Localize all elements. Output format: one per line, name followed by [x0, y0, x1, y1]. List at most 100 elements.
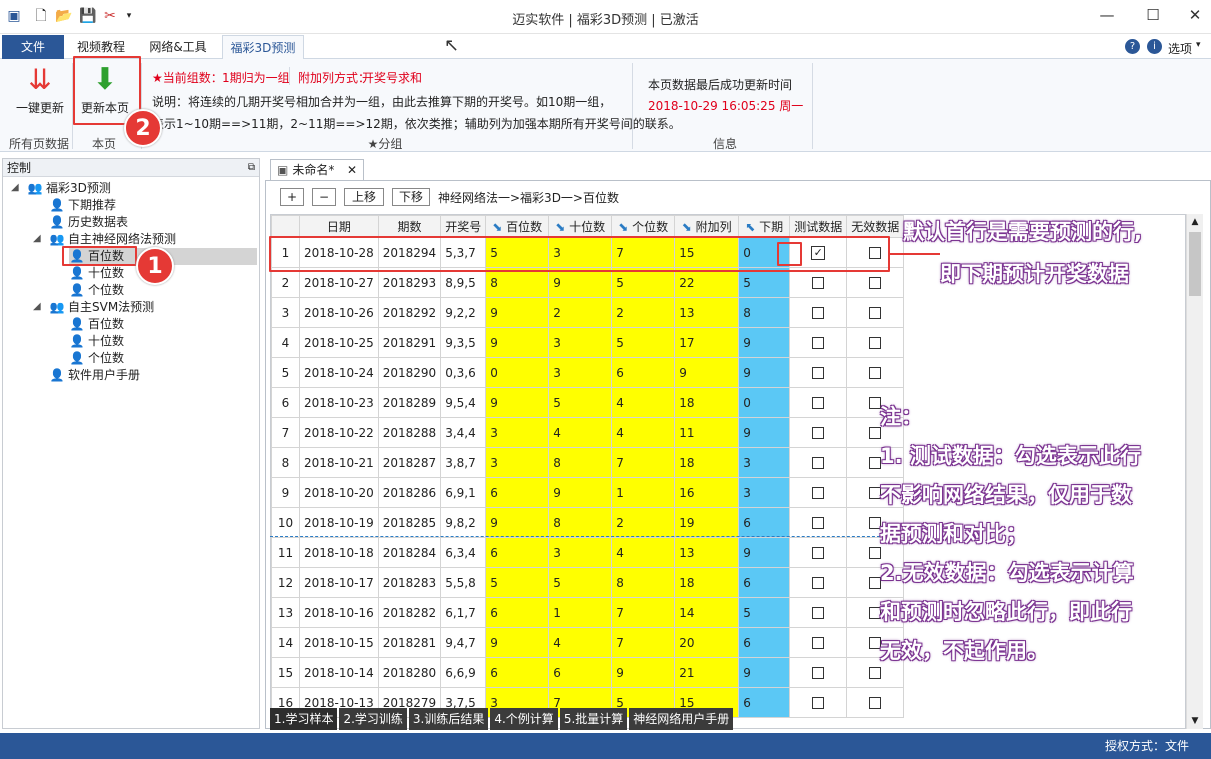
cell-period[interactable]: 2018287 [377, 447, 442, 478]
maximize-button[interactable]: ☐ [1138, 4, 1168, 26]
cell-index[interactable]: 15 [271, 657, 300, 688]
cell-index[interactable]: 3 [271, 297, 300, 328]
cell-draw[interactable]: 3,4,4 [440, 417, 487, 448]
table-row[interactable]: 13 2018-10-16 2018282 6,1,7 6 1 7 14 5 [271, 597, 905, 628]
cell-date[interactable]: 2018-10-15 [299, 627, 379, 658]
col-header-addcol[interactable]: ⬊ 附加列 [674, 215, 740, 238]
move-up-button[interactable]: 上移 [344, 188, 384, 206]
cell-draw[interactable]: 8,9,5 [440, 267, 487, 298]
tree-node-svm-units[interactable]: 👤 个位数 [69, 350, 125, 367]
cell-period[interactable]: 2018281 [377, 627, 442, 658]
test-data-checkbox[interactable] [812, 367, 825, 379]
cell-units[interactable]: 4 [611, 387, 676, 418]
cell-units[interactable]: 4 [611, 417, 676, 448]
cell-hundreds[interactable]: 0 [485, 357, 550, 388]
tree-node-history-table[interactable]: 👤 历史数据表 [49, 214, 129, 231]
cell-tens[interactable]: 2 [548, 297, 613, 328]
cell-hundreds[interactable]: 3 [485, 417, 550, 448]
cell-date[interactable]: 2018-10-19 [299, 507, 379, 538]
cell-next[interactable]: 6 [738, 507, 791, 538]
cell-tens[interactable]: 9 [548, 267, 613, 298]
invalid-data-checkbox[interactable] [869, 337, 882, 349]
cell-addcol[interactable]: 13 [674, 297, 740, 328]
table-row[interactable]: 12 2018-10-17 2018283 5,5,8 5 5 8 18 6 [271, 567, 905, 598]
tab-network-tools[interactable]: 网络&工具 [142, 35, 214, 59]
cell-next[interactable]: 9 [738, 357, 791, 388]
document-tab[interactable]: ▣ 未命名* ✕ [270, 159, 364, 180]
cell-tens[interactable]: 6 [548, 657, 613, 688]
cell-draw[interactable]: 5,5,8 [440, 567, 487, 598]
cell-date[interactable]: 2018-10-16 [299, 597, 379, 628]
table-row[interactable]: 10 2018-10-19 2018285 9,8,2 9 8 2 19 6 [271, 507, 905, 538]
cell-date[interactable]: 2018-10-24 [299, 357, 379, 388]
add-column-value[interactable]: 开奖号求和 [362, 69, 422, 86]
table-row[interactable]: 8 2018-10-21 2018287 3,8,7 3 8 7 18 3 [271, 447, 905, 478]
minimize-button[interactable]: — [1092, 4, 1122, 26]
cell-units[interactable]: 7 [611, 627, 676, 658]
cell-date[interactable]: 2018-10-18 [299, 537, 379, 568]
cell-date[interactable]: 2018-10-22 [299, 417, 379, 448]
cell-draw[interactable]: 9,5,4 [440, 387, 487, 418]
move-down-button[interactable]: 下移 [392, 188, 430, 206]
cell-date[interactable]: 2018-10-25 [299, 327, 379, 358]
cell-index[interactable]: 8 [271, 447, 300, 478]
cell-tens[interactable]: 4 [548, 417, 613, 448]
test-data-checkbox[interactable] [812, 337, 825, 349]
invalid-data-checkbox[interactable] [869, 277, 882, 289]
cell-next[interactable]: 6 [738, 627, 791, 658]
test-data-checkbox[interactable] [812, 547, 825, 559]
cell-units[interactable]: 7 [611, 597, 676, 628]
col-header-hundreds[interactable]: ⬊ 百位数 [485, 215, 550, 238]
tab-learning-samples[interactable]: 1.学习样本 [270, 708, 338, 730]
cell-addcol[interactable]: 18 [674, 567, 740, 598]
col-header-units[interactable]: ⬊ 个位数 [611, 215, 676, 238]
tree-node-svm-tens[interactable]: 👤 十位数 [69, 333, 125, 350]
tab-fc3d-predict[interactable]: 福彩3D预测 [222, 35, 304, 59]
cell-hundreds[interactable]: 9 [485, 297, 550, 328]
table-row[interactable]: 4 2018-10-25 2018291 9,3,5 9 3 5 17 9 [271, 327, 905, 358]
cell-draw[interactable]: 6,6,9 [440, 657, 487, 688]
tab-nn-manual[interactable]: 神经网络用户手册 [629, 708, 734, 730]
cell-period[interactable]: 2018293 [377, 267, 442, 298]
cell-units[interactable]: 7 [611, 447, 676, 478]
table-row[interactable]: 14 2018-10-15 2018281 9,4,7 9 4 7 20 6 [271, 627, 905, 658]
vertical-scrollbar[interactable]: ▲ ▼ [1186, 214, 1203, 729]
cell-date[interactable]: 2018-10-23 [299, 387, 379, 418]
cell-addcol[interactable]: 11 [674, 417, 740, 448]
cell-tens[interactable]: 8 [548, 507, 613, 538]
tree-node-nn-units[interactable]: 👤 个位数 [69, 282, 125, 299]
cell-tens[interactable]: 3 [548, 327, 613, 358]
cell-units[interactable]: 8 [611, 567, 676, 598]
test-data-checkbox[interactable] [812, 577, 825, 589]
test-data-checkbox[interactable] [812, 517, 825, 529]
cell-units[interactable]: 1 [611, 477, 676, 508]
cell-period[interactable]: 2018289 [377, 387, 442, 418]
cell-draw[interactable]: 6,3,4 [440, 537, 487, 568]
cell-units[interactable]: 5 [611, 267, 676, 298]
cell-date[interactable]: 2018-10-14 [299, 657, 379, 688]
table-row[interactable]: 3 2018-10-26 2018292 9,2,2 9 2 2 13 8 [271, 297, 905, 328]
cell-period[interactable]: 2018286 [377, 477, 442, 508]
tree-node-user-manual[interactable]: 👤 软件用户手册 [49, 367, 141, 384]
cell-next[interactable]: 0 [738, 387, 791, 418]
cell-draw[interactable]: 3,8,7 [440, 447, 487, 478]
cell-period[interactable]: 2018290 [377, 357, 442, 388]
cell-index[interactable]: 4 [271, 327, 300, 358]
table-row[interactable]: 9 2018-10-20 2018286 6,9,1 6 9 1 16 3 [271, 477, 905, 508]
cell-hundreds[interactable]: 6 [485, 537, 550, 568]
test-data-checkbox[interactable] [812, 637, 825, 649]
cell-hundreds[interactable]: 8 [485, 267, 550, 298]
cell-tens[interactable]: 3 [548, 537, 613, 568]
col-header-invalid[interactable]: 无效数据 [846, 215, 905, 238]
cell-tens[interactable]: 8 [548, 447, 613, 478]
cell-date[interactable]: 2018-10-21 [299, 447, 379, 478]
scroll-thumb[interactable] [1189, 232, 1201, 296]
cell-addcol[interactable]: 16 [674, 477, 740, 508]
table-row[interactable]: 15 2018-10-14 2018280 6,6,9 6 6 9 21 9 [271, 657, 905, 688]
cell-draw[interactable]: 6,9,1 [440, 477, 487, 508]
collapse-toggle-icon[interactable]: ◢ [33, 233, 41, 244]
table-row[interactable]: 5 2018-10-24 2018290 0,3,6 0 3 6 9 9 [271, 357, 905, 388]
current-group-value[interactable]: 1期归为一组 [222, 69, 290, 86]
cell-addcol[interactable]: 22 [674, 267, 740, 298]
test-data-checkbox[interactable] [812, 667, 825, 679]
